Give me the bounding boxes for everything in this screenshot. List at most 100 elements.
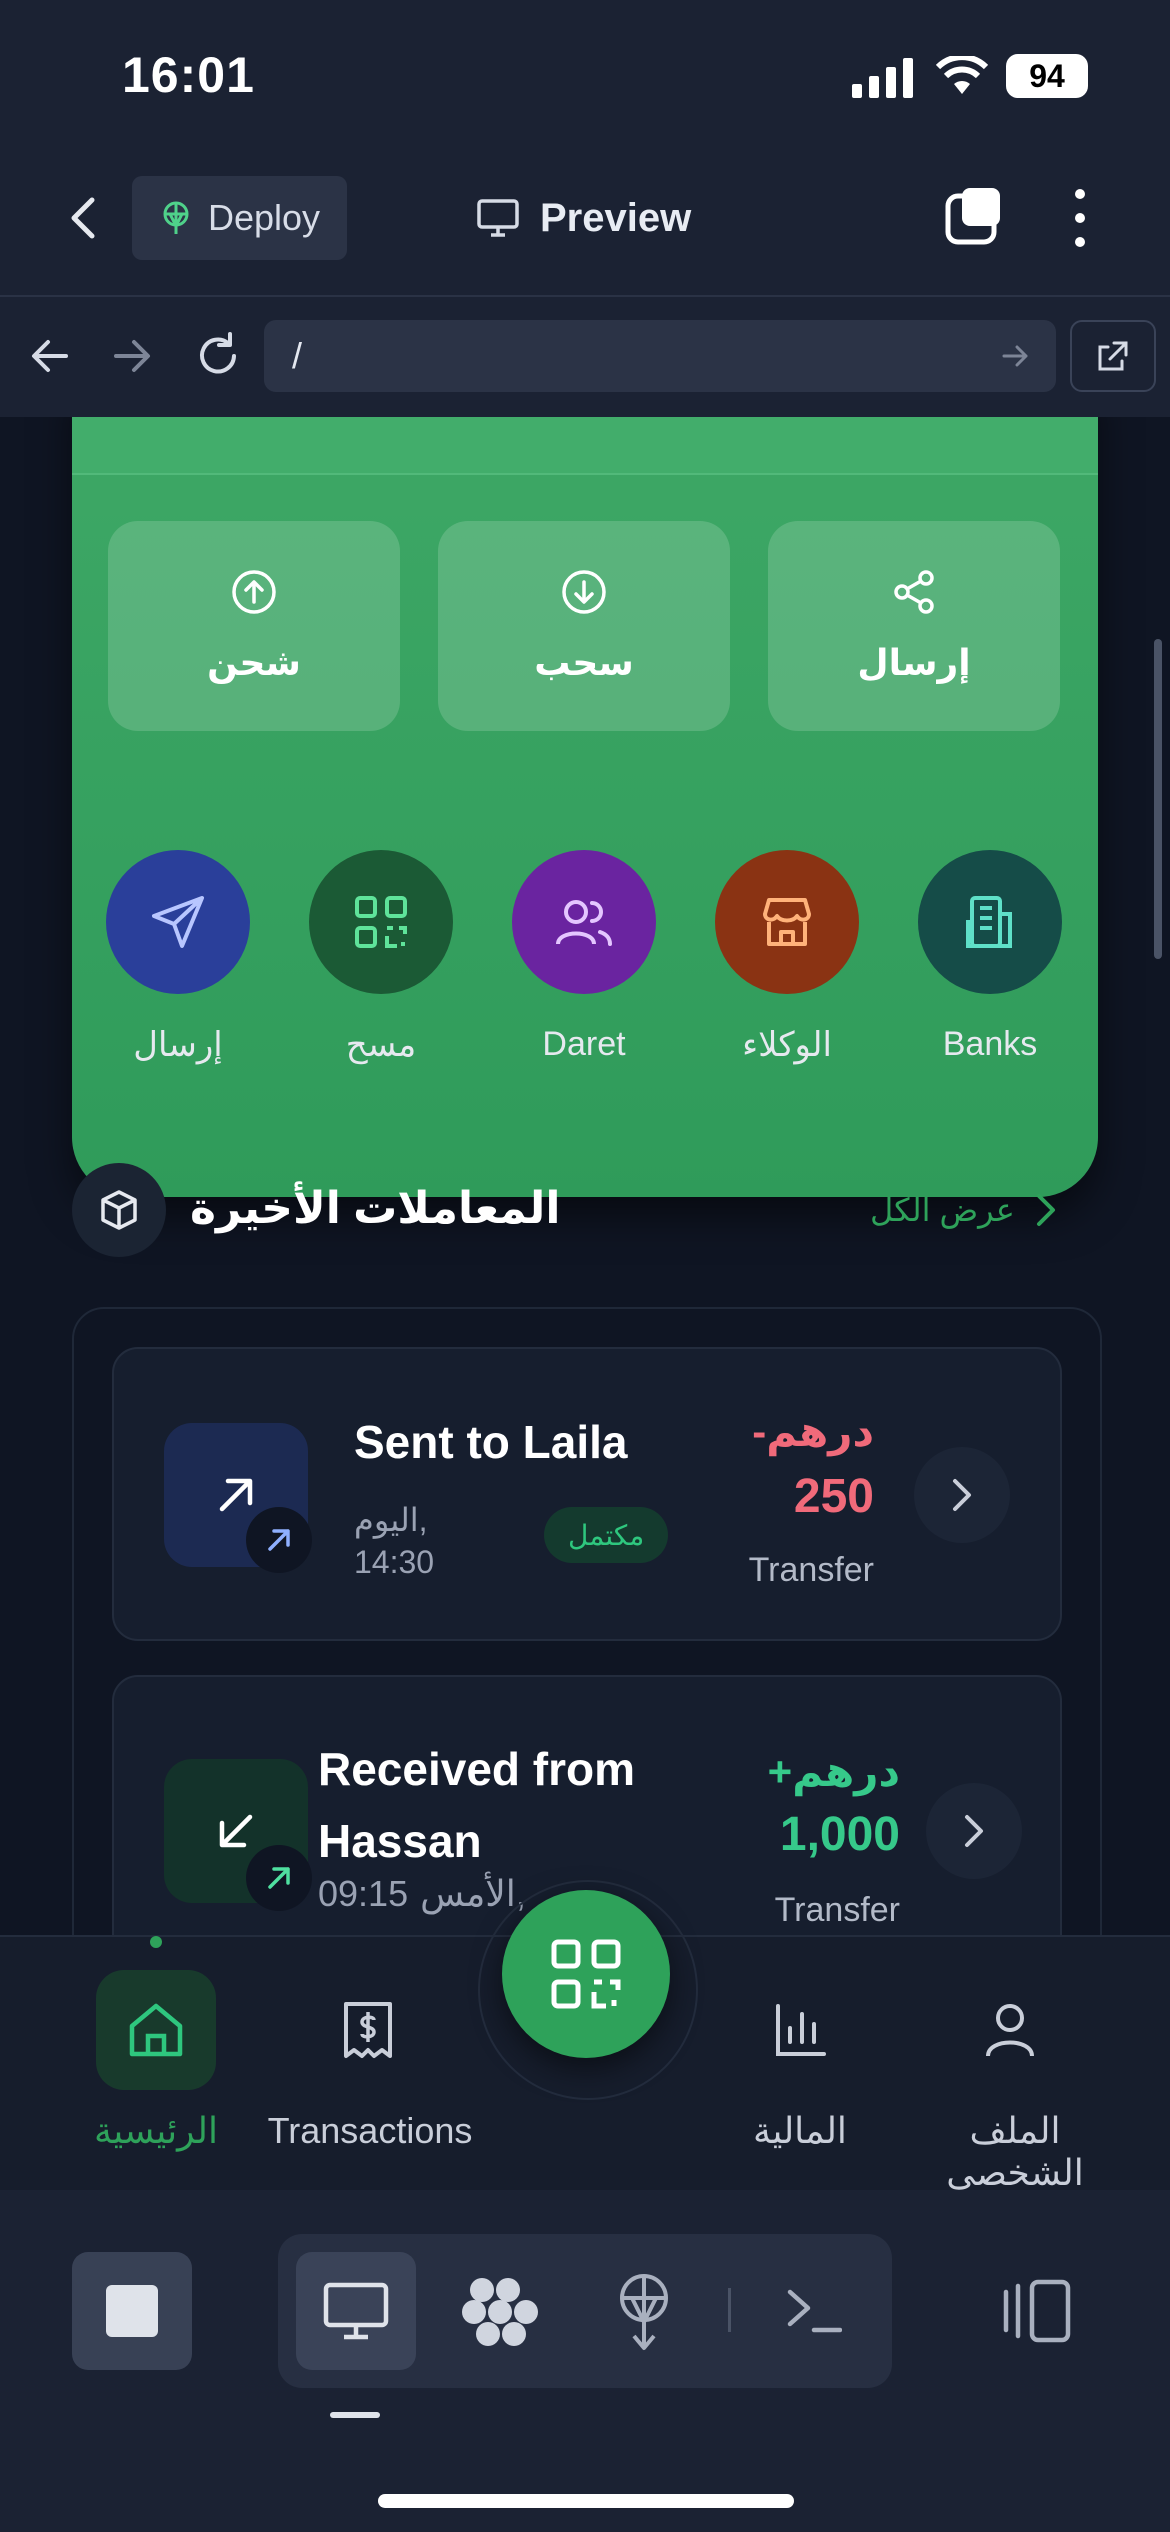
battery-icon: 94 — [1006, 54, 1088, 98]
status-time: 16:01 — [122, 47, 255, 103]
arrow-down-circle-icon — [560, 568, 608, 616]
active-indicator-dot — [150, 1936, 162, 1948]
arrow-up-right-icon — [246, 1845, 312, 1911]
service-agents[interactable] — [715, 850, 859, 994]
transaction-title-line2: Hassan — [318, 1815, 482, 1867]
view-all-link[interactable]: عرض الكل — [870, 1191, 1057, 1229]
shell-icon[interactable] — [786, 2286, 842, 2336]
bank-icon — [918, 850, 1062, 994]
stop-icon — [104, 2283, 160, 2339]
service-send-label: إرسال — [133, 1026, 223, 1064]
open-external-button[interactable] — [1070, 320, 1156, 392]
nav-profile-label: الملف الشخصي — [946, 2110, 1084, 2193]
chevron-right-icon — [1035, 1192, 1057, 1228]
nav-transactions-label: Transactions — [267, 2110, 473, 2151]
browser-back-icon[interactable] — [28, 334, 72, 378]
deploy-icon — [158, 200, 194, 236]
send-icon — [106, 850, 250, 994]
tabs-icon[interactable] — [944, 186, 1004, 246]
nav-home[interactable] — [96, 1970, 216, 2090]
nav-transactions[interactable] — [340, 2000, 396, 2060]
receipt-icon — [340, 2000, 396, 2060]
balance-card-strip — [72, 417, 1098, 475]
url-text: / — [292, 335, 303, 376]
transaction-type: Transfer — [748, 1551, 874, 1589]
store-icon — [715, 850, 859, 994]
browser-forward-icon[interactable] — [110, 334, 154, 378]
nav-finance-label: المالية — [753, 2110, 847, 2151]
service-banks[interactable] — [918, 850, 1062, 994]
service-banks-label: Banks — [942, 1025, 1038, 1063]
send-quick-button[interactable]: إرسال — [768, 521, 1060, 731]
cube-icon — [97, 1188, 141, 1232]
preview-label: Preview — [540, 195, 692, 240]
transaction-row[interactable]: Sent to Laila اليوم, 14:30 مكتمل -درهم 2… — [112, 1347, 1062, 1641]
topup-label: شحن — [207, 642, 301, 683]
topup-button[interactable]: شحن — [108, 521, 400, 731]
transaction-date-label: الأمس, — [420, 1873, 526, 1914]
view-all-label: عرض الكل — [870, 1192, 1015, 1228]
external-link-icon — [1096, 339, 1130, 373]
recent-section-badge — [72, 1163, 166, 1257]
panels-icon[interactable] — [1002, 2278, 1072, 2344]
transaction-time: 14:30 — [354, 1544, 435, 1580]
transaction-datetime: الأمس, 09:15 — [318, 1873, 526, 1915]
active-view-indicator — [330, 2412, 380, 2418]
monitor-icon — [322, 2281, 390, 2341]
preview-tab[interactable]: Preview — [476, 190, 691, 246]
nav-finance[interactable] — [772, 2000, 828, 2060]
battery-level: 94 — [1029, 57, 1065, 94]
arrow-up-right-icon — [246, 1507, 312, 1573]
url-input[interactable]: / — [264, 320, 1056, 392]
reload-icon[interactable] — [194, 332, 242, 380]
view-preview-button[interactable] — [296, 2252, 416, 2370]
share-icon — [890, 568, 938, 616]
service-daret[interactable] — [512, 850, 656, 994]
go-arrow-icon[interactable] — [1000, 340, 1032, 372]
transaction-date-label: اليوم, — [354, 1502, 428, 1538]
status-badge: مكتمل — [544, 1507, 669, 1563]
user-icon — [982, 2000, 1038, 2060]
chevron-right-icon — [951, 1477, 973, 1513]
transaction-amount: 1,000 — [779, 1808, 900, 1861]
recent-transactions-title: المعاملات الأخيرة — [190, 1184, 561, 1233]
transaction-title: Received from Hassan — [318, 1733, 635, 1877]
withdraw-label: سحب — [534, 642, 634, 683]
send-quick-label: إرسال — [857, 642, 971, 683]
transaction-amount-sign: -درهم — [752, 1408, 874, 1455]
transaction-title-line1: Received from — [318, 1743, 636, 1795]
nav-profile[interactable] — [982, 2000, 1038, 2060]
deploy-button[interactable]: Deploy — [132, 176, 347, 260]
back-icon[interactable] — [64, 194, 104, 242]
home-indicator[interactable] — [378, 2494, 794, 2508]
agent-icon[interactable] — [462, 2276, 538, 2348]
nav-home-label: الرئيسية — [94, 2110, 218, 2151]
deploy-label: Deploy — [208, 197, 321, 238]
service-scan-label: مسح — [345, 1026, 417, 1064]
chevron-right-icon — [963, 1813, 985, 1849]
transaction-title: Sent to Laila — [354, 1416, 628, 1468]
toolbar-divider — [728, 2288, 731, 2332]
withdraw-button[interactable]: سحب — [438, 521, 730, 731]
qr-icon — [309, 850, 453, 994]
transaction-amount-sign: +درهم — [767, 1748, 900, 1795]
service-agents-label: الوكلاء — [742, 1026, 832, 1064]
scan-fab-button[interactable] — [502, 1890, 670, 2058]
service-send[interactable] — [106, 850, 250, 994]
deployments-icon[interactable] — [612, 2272, 676, 2352]
service-daret-label: Daret — [542, 1025, 626, 1063]
transaction-details-button[interactable] — [914, 1447, 1010, 1543]
service-scan[interactable] — [309, 850, 453, 994]
monitor-icon — [476, 198, 520, 238]
more-menu-icon[interactable] — [1074, 188, 1086, 248]
transaction-details-button[interactable] — [926, 1783, 1022, 1879]
home-icon — [126, 2000, 186, 2060]
qr-icon — [550, 1938, 622, 2010]
arrow-up-circle-icon — [230, 568, 278, 616]
users-icon — [512, 850, 656, 994]
stop-button[interactable] — [72, 2252, 192, 2370]
transaction-amount: 250 — [793, 1470, 874, 1523]
scrollbar-thumb[interactable] — [1154, 639, 1162, 959]
wifi-icon — [936, 56, 988, 96]
transaction-type: Transfer — [774, 1891, 900, 1929]
